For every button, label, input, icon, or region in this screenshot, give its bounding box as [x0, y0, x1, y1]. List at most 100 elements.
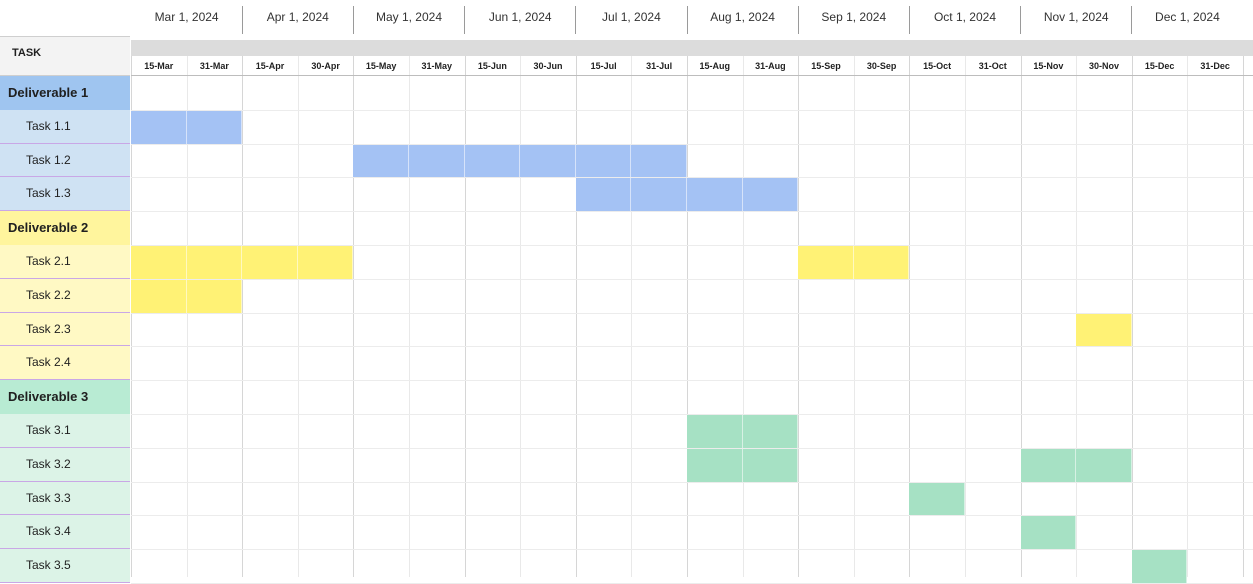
- grid-column-line: [742, 56, 744, 577]
- month-header-cell[interactable]: Nov 1, 2024: [1021, 0, 1132, 34]
- gantt-bar[interactable]: [687, 415, 743, 448]
- period-header-cell[interactable]: 30-Nov: [1076, 56, 1132, 76]
- grid-column-line: [409, 56, 410, 577]
- gantt-bar[interactable]: [186, 246, 243, 279]
- task-label[interactable]: Task 1.3: [0, 177, 130, 212]
- grid-column-line: [798, 56, 800, 577]
- task-column-header[interactable]: TASK: [0, 36, 130, 76]
- month-divider: [908, 6, 910, 34]
- gantt-bar[interactable]: [909, 482, 965, 516]
- period-header-cell[interactable]: 15-May: [353, 56, 409, 76]
- gantt-bar[interactable]: [853, 246, 910, 279]
- month-header-cell[interactable]: Jul 1, 2024: [576, 0, 687, 34]
- month-divider: [797, 6, 799, 34]
- grid-column-line: [1187, 56, 1189, 577]
- period-header-cell[interactable]: 30-Sep: [854, 56, 910, 76]
- gantt-bar[interactable]: [520, 144, 576, 178]
- period-header-cell[interactable]: 30-Apr: [298, 56, 354, 76]
- grid-column-line: [1020, 56, 1022, 577]
- gantt-bar[interactable]: [1020, 448, 1077, 482]
- gantt-bar[interactable]: [131, 110, 187, 144]
- month-header-cell[interactable]: Apr 1, 2024: [242, 0, 353, 34]
- task-label[interactable]: Task 2.3: [0, 312, 130, 347]
- gantt-bar[interactable]: [353, 144, 409, 178]
- deliverable-label[interactable]: Deliverable 2: [0, 211, 130, 245]
- period-header-cell[interactable]: 31-Jul: [631, 56, 687, 76]
- task-label[interactable]: Task 2.1: [0, 245, 130, 279]
- grid-row-line: [131, 278, 1253, 280]
- period-header-cell[interactable]: 15-Jul: [576, 56, 632, 76]
- month-header-cell[interactable]: May 1, 2024: [353, 0, 464, 34]
- task-label[interactable]: Task 3.5: [0, 549, 130, 583]
- gantt-bar[interactable]: [798, 246, 854, 279]
- gantt-bar[interactable]: [742, 415, 799, 448]
- month-header-cell[interactable]: Dec 1, 2024: [1132, 0, 1243, 34]
- gantt-bar[interactable]: [742, 448, 799, 482]
- period-header-cell[interactable]: 15-Aug: [687, 56, 743, 76]
- gantt-bar[interactable]: [242, 246, 298, 279]
- gantt-bar[interactable]: [1131, 550, 1188, 583]
- gantt-bar[interactable]: [1076, 448, 1132, 482]
- gantt-bar[interactable]: [575, 144, 632, 178]
- grid-column-line: [297, 56, 299, 577]
- task-label[interactable]: Task 3.3: [0, 481, 130, 516]
- deliverable-label[interactable]: Deliverable 3: [0, 380, 130, 414]
- gantt-bar[interactable]: [631, 178, 687, 212]
- gantt-bar[interactable]: [575, 178, 632, 212]
- gantt-bar[interactable]: [687, 178, 743, 212]
- month-header-cell[interactable]: Oct 1, 2024: [909, 0, 1020, 34]
- gantt-bar[interactable]: [409, 144, 465, 178]
- month-divider: [686, 6, 688, 34]
- period-header-cell[interactable]: 15-Nov: [1021, 56, 1077, 76]
- task-label[interactable]: Task 2.4: [0, 346, 130, 381]
- period-header-cell[interactable]: 15-Sep: [798, 56, 854, 76]
- gantt-bar[interactable]: [186, 279, 243, 313]
- task-label[interactable]: Task 3.2: [0, 447, 130, 482]
- period-header-cell[interactable]: 31-May: [409, 56, 465, 76]
- gantt-bar[interactable]: [186, 110, 243, 144]
- period-header-cell[interactable]: 15-Mar: [131, 56, 187, 76]
- gantt-bar[interactable]: [1020, 516, 1077, 550]
- grid-column-line: [242, 56, 244, 577]
- grid-column-line: [853, 56, 855, 577]
- grid-column-line: [575, 56, 577, 577]
- month-header-cell[interactable]: Jun 1, 2024: [465, 0, 576, 34]
- grid-row-line: [131, 515, 1253, 517]
- period-header-cell[interactable]: 15-Apr: [242, 56, 298, 76]
- grid-row-line: [131, 549, 1253, 551]
- period-header-cell[interactable]: 15-Oct: [909, 56, 965, 76]
- gantt-bar[interactable]: [131, 246, 187, 279]
- task-label[interactable]: Task 3.1: [0, 414, 130, 448]
- header-bottom-line: [131, 75, 1253, 76]
- period-header-cell[interactable]: 31-Aug: [743, 56, 799, 76]
- grid-column-line: [631, 56, 633, 577]
- period-header-cell[interactable]: 31-Dec: [1187, 56, 1243, 76]
- gantt-bar[interactable]: [687, 448, 743, 482]
- grid-column-line: [1243, 56, 1244, 577]
- period-header-cell[interactable]: 31-Oct: [965, 56, 1021, 76]
- period-header-cell[interactable]: 31-Mar: [187, 56, 243, 76]
- gantt-bar[interactable]: [131, 279, 187, 313]
- period-header-cell[interactable]: 15-Dec: [1132, 56, 1188, 76]
- task-label[interactable]: Task 1.2: [0, 143, 130, 178]
- grid-column-line: [353, 56, 355, 577]
- task-label[interactable]: Task 2.2: [0, 278, 130, 313]
- grid-row-line: [131, 481, 1253, 483]
- month-header-cell[interactable]: Sep 1, 2024: [798, 0, 909, 34]
- deliverable-label[interactable]: Deliverable 1: [0, 76, 130, 110]
- grid-column-line: [1131, 56, 1133, 577]
- period-header-cell[interactable]: 15-Jun: [465, 56, 521, 76]
- gantt-bar[interactable]: [464, 144, 521, 178]
- month-header-cell[interactable]: Aug 1, 2024: [687, 0, 798, 34]
- grid-row-line: [131, 346, 1253, 348]
- grid-column-line: [687, 56, 688, 577]
- gantt-bar[interactable]: [631, 144, 687, 178]
- gantt-bar[interactable]: [297, 246, 354, 279]
- month-divider: [575, 6, 577, 34]
- month-header-cell[interactable]: Mar 1, 2024: [131, 0, 242, 34]
- period-header-cell[interactable]: 30-Jun: [520, 56, 576, 76]
- task-label[interactable]: Task 1.1: [0, 109, 130, 144]
- gantt-bar[interactable]: [1076, 313, 1132, 347]
- gantt-bar[interactable]: [742, 178, 799, 212]
- task-label[interactable]: Task 3.4: [0, 515, 130, 550]
